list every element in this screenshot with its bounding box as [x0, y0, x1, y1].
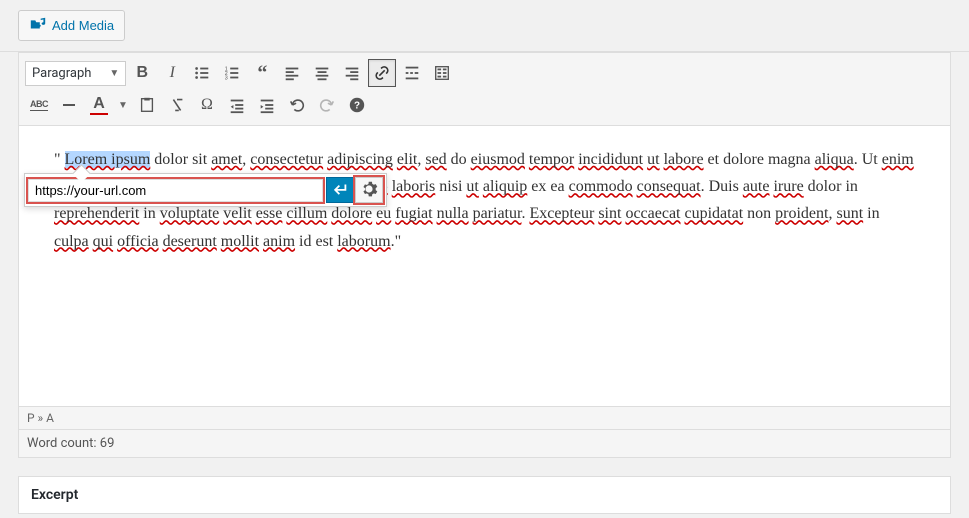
indent-button[interactable] [253, 91, 281, 119]
help-button[interactable]: ? [343, 91, 371, 119]
toolbar-row-2: ABC A ▼ Ω ? [25, 89, 944, 121]
link-settings-button[interactable] [355, 177, 383, 203]
excerpt-title[interactable]: Excerpt [19, 477, 950, 513]
bullet-list-button[interactable] [188, 59, 216, 87]
blockquote-button[interactable]: “ [248, 59, 276, 87]
special-char-button[interactable]: Ω [193, 91, 221, 119]
toolbar-row-1: Paragraph ▼ B I 123 “ [25, 57, 944, 89]
strikethrough-button[interactable]: ABC [25, 91, 53, 119]
excerpt-metabox: Excerpt [18, 476, 951, 514]
italic-button[interactable]: I [158, 59, 186, 87]
toolbar-toggle-button[interactable] [428, 59, 456, 87]
bold-button[interactable]: B [128, 59, 156, 87]
camera-music-icon [29, 15, 47, 36]
format-dropdown[interactable]: Paragraph ▼ [25, 61, 126, 86]
svg-text:?: ? [354, 101, 360, 112]
align-right-button[interactable] [338, 59, 366, 87]
link-url-input[interactable] [28, 179, 323, 202]
clear-format-button[interactable] [163, 91, 191, 119]
editor-container: Paragraph ▼ B I 123 “ ABC A ▼ Ω [18, 52, 951, 458]
horizontal-rule-button[interactable] [55, 91, 83, 119]
editor-topbar: Add Media [0, 0, 969, 52]
inline-link-popup [24, 173, 387, 207]
link-button[interactable] [368, 59, 396, 87]
link-apply-button[interactable] [326, 177, 354, 203]
enter-arrow-icon [331, 180, 349, 201]
editor-toolbar: Paragraph ▼ B I 123 “ ABC A ▼ Ω [19, 53, 950, 126]
editor-content[interactable]: " Lorem ipsum dolor sit amet, consectetu… [19, 126, 950, 406]
format-label: Paragraph [32, 66, 91, 81]
numbered-list-button[interactable]: 123 [218, 59, 246, 87]
undo-button[interactable] [283, 91, 311, 119]
add-media-button[interactable]: Add Media [18, 10, 125, 41]
gear-icon [360, 180, 378, 201]
align-left-button[interactable] [278, 59, 306, 87]
element-path[interactable]: P » A [19, 406, 950, 429]
selected-link-text[interactable]: Lorem ipsum [65, 151, 151, 168]
text-color-dropdown[interactable]: ▼ [115, 91, 131, 119]
outdent-button[interactable] [223, 91, 251, 119]
chevron-down-icon: ▼ [109, 68, 119, 79]
text-color-button[interactable]: A [85, 91, 113, 119]
read-more-button[interactable] [398, 59, 426, 87]
align-center-button[interactable] [308, 59, 336, 87]
paste-text-button[interactable] [133, 91, 161, 119]
redo-button[interactable] [313, 91, 341, 119]
svg-text:3: 3 [225, 75, 228, 81]
add-media-label: Add Media [52, 18, 114, 33]
word-count: Word count: 69 [19, 429, 950, 457]
